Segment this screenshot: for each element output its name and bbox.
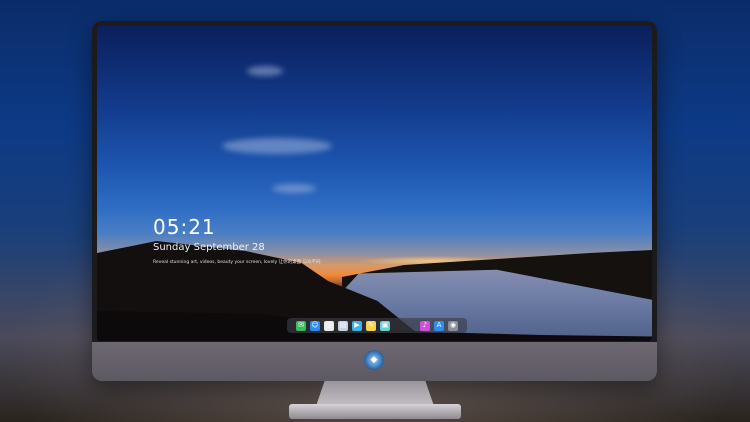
music-icon[interactable]: ♪ xyxy=(420,320,430,331)
camera-icon[interactable]: ◉ xyxy=(448,320,458,331)
monitor: 05:21 Sunday September 28 Reveal stunnin… xyxy=(92,21,657,381)
brand-logo-icon: ◆ xyxy=(364,350,384,370)
screen-wallpaper: 05:21 Sunday September 28 Reveal stunnin… xyxy=(97,26,652,341)
safari-icon[interactable]: ◎ xyxy=(324,320,334,331)
finder-icon[interactable]: ☺ xyxy=(310,320,320,331)
cloud xyxy=(222,138,332,154)
lock-clock: 05:21 xyxy=(153,215,216,239)
cloud xyxy=(272,184,316,193)
appstore-icon[interactable]: A xyxy=(434,320,444,331)
preview-icon[interactable]: ▤ xyxy=(338,320,348,331)
lock-tagline: Reveal stunning art, videos, beauty your… xyxy=(153,260,321,265)
video-icon[interactable]: ▶ xyxy=(352,320,362,331)
photos-icon[interactable]: ▣ xyxy=(380,320,390,331)
cloud xyxy=(247,66,283,76)
lock-date: Sunday September 28 xyxy=(153,242,265,253)
dock: ✉ ☺ ◎ ▤ ▶ ✎ ▣ ♪ A ◉ xyxy=(287,318,467,333)
notes-icon[interactable]: ✎ xyxy=(366,320,376,331)
messages-icon[interactable]: ✉ xyxy=(296,320,306,331)
monitor-stand-base xyxy=(289,404,461,419)
